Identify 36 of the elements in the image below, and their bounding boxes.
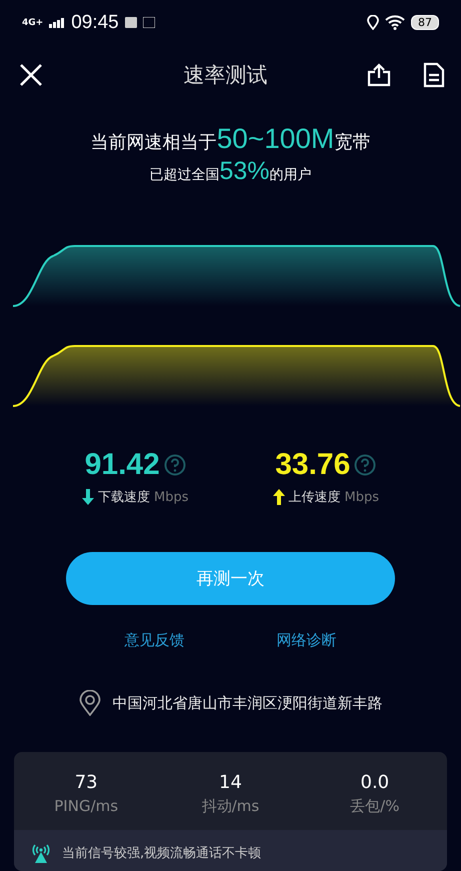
help-icon[interactable]	[164, 454, 186, 476]
location-icon	[367, 15, 379, 30]
clock: 09:45	[71, 12, 119, 34]
wifi-icon	[385, 15, 405, 30]
antenna-icon	[30, 842, 52, 864]
share-button[interactable]	[367, 62, 391, 87]
text-link[interactable]: 意见反馈	[124, 631, 184, 650]
speed-label: 上传速度	[288, 489, 340, 506]
page-title: 速率测试	[182, 62, 268, 89]
speed-unit: Mbps	[344, 490, 379, 505]
help-icon[interactable]	[354, 454, 376, 476]
network-type: 4G+	[22, 18, 44, 28]
stat-value: 14	[219, 772, 242, 794]
document-button[interactable]	[423, 62, 445, 88]
speed-unit: Mbps	[154, 490, 188, 505]
location-text: 中国河北省唐山市丰润区浭阳街道新丰路	[112, 694, 382, 713]
speed-value: 91.42	[84, 448, 160, 482]
signal-icon	[49, 18, 66, 28]
speed-equivalent-text: 当前网速相当于50~100M宽带	[90, 123, 370, 156]
stat-label: 丢包/%	[350, 797, 400, 816]
app-icon	[124, 17, 137, 28]
location-pin-icon	[78, 690, 100, 716]
text-link[interactable]: 网络诊断	[276, 631, 336, 650]
close-button[interactable]	[18, 62, 44, 88]
speed-value: 33.76	[275, 448, 350, 482]
up-arrow-icon	[272, 489, 284, 506]
speed-label: 下载速度	[98, 489, 150, 506]
ranking-text: 已超过全国53%的用户	[149, 157, 312, 186]
stat-label: 抖动/ms	[202, 797, 260, 816]
stat-value: 0.0	[360, 772, 390, 794]
stat-label: PING/ms	[54, 797, 118, 816]
app-icon	[142, 17, 155, 28]
signal-note: 当前信号较强,视频流畅通话不卡顿	[62, 845, 262, 862]
battery-indicator: 87	[411, 15, 439, 30]
down-arrow-icon	[82, 489, 94, 506]
stat-value: 73	[74, 772, 98, 794]
